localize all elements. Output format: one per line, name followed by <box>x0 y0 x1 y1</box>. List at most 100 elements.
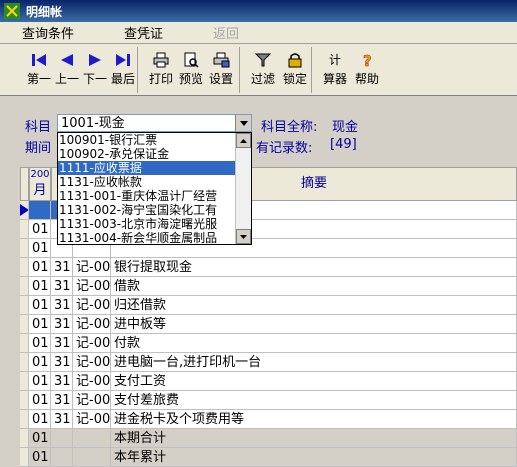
month-cell[interactable]: 01 <box>29 429 51 448</box>
summary-cell[interactable]: 进金税卡及个项费用等 <box>111 410 517 429</box>
table-row[interactable]: 0131记-0021支付差旅费 <box>20 391 517 410</box>
day-cell[interactable]: 31 <box>51 372 73 391</box>
month-cell[interactable]: 01 <box>29 353 51 372</box>
lock-button[interactable]: 锁定 <box>282 50 308 92</box>
subject-combobox[interactable]: 1001-现金 <box>57 114 252 132</box>
voucher-cell[interactable]: 记-0021 <box>73 391 111 410</box>
dropdown-option[interactable]: 100901-银行汇票 <box>58 133 237 147</box>
row-indicator <box>20 448 29 467</box>
dropdown-option[interactable]: 100902-承兑保证金 <box>58 147 237 161</box>
filter-group: 过滤 锁定 <box>248 47 312 93</box>
month-cell[interactable] <box>29 201 51 220</box>
menu-query-conditions[interactable]: 查询条件 <box>22 23 74 42</box>
table-row[interactable]: 01 本期合计 <box>20 429 517 448</box>
day-cell[interactable]: 31 <box>51 315 73 334</box>
previous-button[interactable]: 上一 <box>54 50 80 92</box>
month-cell[interactable]: 01 <box>29 391 51 410</box>
row-indicator <box>20 220 29 239</box>
help-button[interactable]: ? 帮助 <box>354 50 380 92</box>
month-cell[interactable]: 01 <box>29 334 51 353</box>
month-cell[interactable]: 01 <box>29 220 51 239</box>
voucher-cell[interactable] <box>73 448 111 467</box>
dropdown-option[interactable]: 1131-001-重庆体温计厂经营 <box>58 189 237 203</box>
voucher-cell[interactable]: 记-0022 <box>73 410 111 429</box>
dropdown-option[interactable]: 1111-应收票据 <box>58 161 237 175</box>
month-cell[interactable]: 01 <box>29 372 51 391</box>
dropdown-option[interactable]: 1131-002-海宁宝国染化工有 <box>58 203 237 217</box>
table-row[interactable]: 01 本年累计 <box>20 448 517 467</box>
table-row[interactable]: 0131记-0015归还借款 <box>20 296 517 315</box>
dropdown-option[interactable]: 1131-应收帐款 <box>58 175 237 189</box>
voucher-cell[interactable]: 记-0018 <box>73 353 111 372</box>
dropdown-scrollbar[interactable] <box>235 133 251 244</box>
row-indicator <box>20 372 29 391</box>
table-row[interactable]: 0131记-0014借款 <box>20 277 517 296</box>
month-header[interactable]: 200 月 <box>29 167 51 201</box>
table-row[interactable]: 0131记-0020支付工资 <box>20 372 517 391</box>
month-cell[interactable]: 01 <box>29 296 51 315</box>
last-button[interactable]: 最后 <box>110 50 136 92</box>
ledger-app-icon <box>4 3 20 19</box>
day-cell[interactable]: 31 <box>51 296 73 315</box>
summary-cell[interactable]: 本期合计 <box>111 429 517 448</box>
filter-button[interactable]: 过滤 <box>250 50 276 92</box>
dropdown-option[interactable]: 1131-004-新会华顺金属制品 <box>58 231 237 245</box>
table-row[interactable]: 0131记-0013银行提取现金 <box>20 258 517 277</box>
print-group: 打印 预览 设置 <box>146 47 240 93</box>
current-row-arrow-icon <box>20 204 28 216</box>
first-button[interactable]: 第一 <box>26 50 52 92</box>
month-cell[interactable]: 01 <box>29 258 51 277</box>
subject-dropdown-list[interactable]: 100901-银行汇票 100902-承兑保证金 1111-应收票据 1131-应收帐… <box>57 132 252 245</box>
summary-cell[interactable]: 借款 <box>111 277 517 296</box>
menu-view-voucher[interactable]: 查凭证 <box>124 23 163 42</box>
calculator-button[interactable]: 计 算器 <box>322 50 348 92</box>
voucher-cell[interactable]: 记-0015 <box>73 296 111 315</box>
month-cell[interactable]: 01 <box>29 315 51 334</box>
table-row[interactable]: 0131记-0016进中板等 <box>20 315 517 334</box>
month-cell[interactable]: 01 <box>29 448 51 467</box>
month-cell[interactable]: 01 <box>29 239 51 258</box>
summary-cell[interactable]: 支付工资 <box>111 372 517 391</box>
voucher-cell[interactable]: 记-0014 <box>73 277 111 296</box>
preview-icon <box>184 52 199 68</box>
month-cell[interactable]: 01 <box>29 410 51 429</box>
menu-back[interactable]: 返回 <box>213 23 239 42</box>
dropdown-option[interactable]: 1131-003-北京市海淀曙光服 <box>58 217 237 231</box>
day-cell[interactable]: 31 <box>51 410 73 429</box>
subject-label: 科目 <box>25 120 52 135</box>
day-cell[interactable]: 31 <box>51 391 73 410</box>
summary-cell[interactable]: 银行提取现金 <box>111 258 517 277</box>
combo-dropdown-button[interactable] <box>235 115 251 131</box>
summary-cell[interactable]: 进电脑一台,进打印机一台 <box>111 353 517 372</box>
voucher-cell[interactable]: 记-0013 <box>73 258 111 277</box>
next-button[interactable]: 下一 <box>82 50 108 92</box>
day-cell[interactable] <box>51 448 73 467</box>
table-row[interactable]: 0131记-0022进金税卡及个项费用等 <box>20 410 517 429</box>
summary-cell[interactable]: 进中板等 <box>111 315 517 334</box>
summary-cell[interactable]: 本年累计 <box>111 448 517 467</box>
preview-button[interactable]: 预览 <box>178 50 204 92</box>
summary-cell[interactable]: 付款 <box>111 334 517 353</box>
voucher-cell[interactable]: 记-0017 <box>73 334 111 353</box>
window-title: 明细帐 <box>26 4 63 19</box>
day-cell[interactable]: 31 <box>51 334 73 353</box>
day-cell[interactable]: 31 <box>51 277 73 296</box>
month-cell[interactable]: 01 <box>29 277 51 296</box>
setup-button[interactable]: 设置 <box>208 50 234 92</box>
scroll-down-button[interactable] <box>236 229 251 244</box>
table-row[interactable]: 0131记-0017付款 <box>20 334 517 353</box>
day-cell[interactable]: 31 <box>51 258 73 277</box>
day-cell[interactable]: 31 <box>51 353 73 372</box>
scroll-up-button[interactable] <box>236 133 251 148</box>
row-indicator <box>20 277 29 296</box>
table-row[interactable]: 0131记-0018进电脑一台,进打印机一台 <box>20 353 517 372</box>
summary-cell[interactable]: 支付差旅费 <box>111 391 517 410</box>
period-label: 期间 <box>25 141 52 156</box>
summary-cell[interactable]: 归还借款 <box>111 296 517 315</box>
voucher-cell[interactable] <box>73 429 111 448</box>
voucher-cell[interactable]: 记-0020 <box>73 372 111 391</box>
filter-icon <box>254 53 272 67</box>
day-cell[interactable] <box>51 429 73 448</box>
voucher-cell[interactable]: 记-0016 <box>73 315 111 334</box>
print-button[interactable]: 打印 <box>148 50 174 92</box>
